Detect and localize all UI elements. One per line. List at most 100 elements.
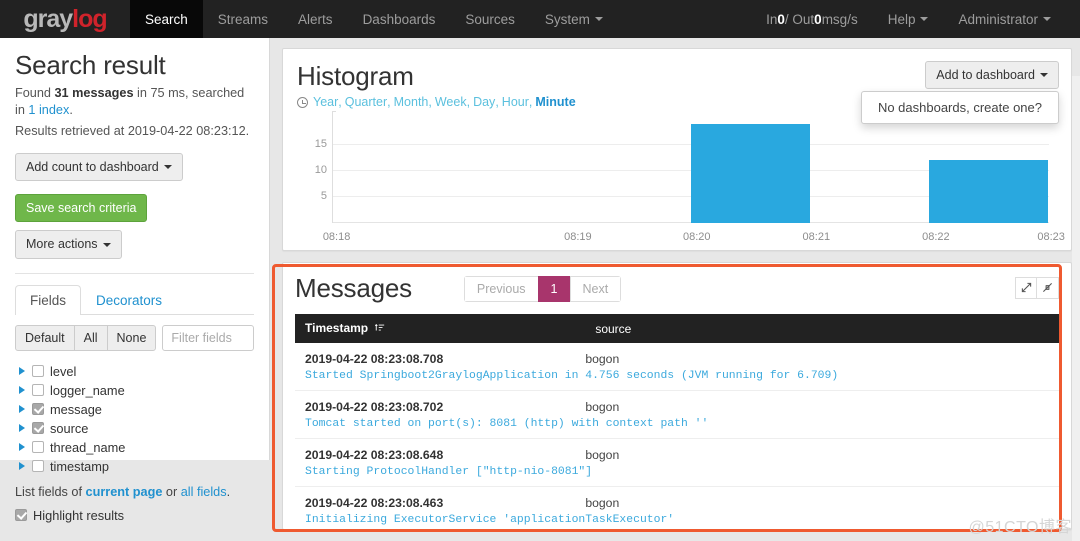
bar-0821[interactable] — [691, 123, 810, 223]
highlight-results-row[interactable]: Highlight results — [15, 508, 254, 523]
field-label-message: message — [50, 401, 102, 417]
table-row[interactable]: 2019-04-22 08:23:08.648 bogon — [295, 439, 1059, 462]
field-row-logger-name[interactable]: logger_name — [15, 381, 254, 400]
pagination-page-1[interactable]: 1 — [537, 275, 570, 302]
field-row-thread-name[interactable]: thread_name — [15, 438, 254, 457]
nav-label-dashboards: Dashboards — [362, 11, 436, 27]
table-row-body[interactable]: Initializing ExecutorService 'applicatio… — [295, 510, 1059, 529]
highlight-results-checkbox[interactable] — [15, 509, 27, 522]
nav-item-system[interactable]: System — [530, 0, 618, 38]
table-row[interactable]: 2019-04-22 08:23:08.702 bogon — [295, 391, 1059, 414]
chevron-down-icon — [1043, 17, 1051, 21]
logo-text-log: log — [72, 4, 107, 33]
nav-item-search[interactable]: Search — [130, 0, 203, 38]
pagination-next[interactable]: Next — [569, 275, 622, 302]
column-header-timestamp[interactable]: Timestamp — [295, 314, 586, 343]
expand-triangle-icon[interactable] — [19, 386, 25, 395]
resolution-minute[interactable]: Minute — [535, 95, 575, 109]
messages-title: Messages — [295, 273, 412, 303]
add-count-to-dashboard-button[interactable]: Add count to dashboard — [15, 152, 183, 182]
field-preset-default-label: Default — [25, 330, 65, 345]
expand-triangle-icon[interactable] — [19, 367, 25, 376]
add-count-label: Add count to dashboard — [26, 159, 159, 174]
chevron-down-icon — [594, 17, 603, 21]
nav-label-administrator: Administrator — [958, 11, 1038, 27]
all-fields-link[interactable]: all fields — [181, 485, 227, 499]
filter-fields-input[interactable] — [162, 324, 254, 351]
field-label-timestamp: timestamp — [50, 458, 110, 474]
row-message-body: Starting ProtocolHandler ["http-nio-8081… — [305, 466, 593, 478]
nav-item-alerts[interactable]: Alerts — [283, 0, 348, 38]
search-summary: Found 31 messages in 75 ms, searched in … — [15, 85, 254, 119]
found-count: 31 messages — [54, 85, 134, 100]
nav-label-alerts: Alerts — [298, 11, 333, 27]
search-actions-row: Save search criteria More actions — [15, 194, 254, 259]
graylog-logo[interactable]: gray log — [0, 0, 130, 38]
table-row[interactable]: 2019-04-22 08:23:08.708 bogon — [295, 343, 1059, 366]
chevron-down-icon — [1040, 73, 1048, 78]
resolution-month[interactable]: Month — [394, 95, 429, 109]
nav-item-sources[interactable]: Sources — [450, 0, 530, 38]
list-fields-prefix: List fields of — [15, 484, 86, 499]
expand-triangle-icon[interactable] — [19, 443, 25, 452]
index-link[interactable]: 1 index — [28, 103, 69, 117]
field-controls: Default All None — [15, 324, 254, 351]
field-preset-default[interactable]: Default — [16, 325, 75, 350]
resolution-week[interactable]: Week — [435, 95, 467, 109]
main-content: Histogram Year, Quarter, Month, Week, Da… — [270, 38, 1080, 541]
field-list: level logger_name message source thread_ — [15, 362, 254, 476]
add-to-dashboard-button[interactable]: Add to dashboard — [925, 61, 1059, 90]
pagination-previous[interactable]: Previous — [463, 275, 538, 302]
save-search-criteria-button[interactable]: Save search criteria — [15, 194, 148, 223]
nav-item-help[interactable]: Help — [873, 0, 944, 38]
field-checkbox-thread-name[interactable] — [32, 441, 44, 454]
expand-triangle-icon[interactable] — [19, 424, 25, 433]
collapse-all-button[interactable] — [1037, 277, 1059, 299]
found-prefix: Found — [15, 85, 55, 100]
field-preset-all-label: All — [83, 330, 98, 345]
table-row-body[interactable]: Starting ProtocolHandler ["http-nio-8081… — [295, 462, 1059, 487]
field-checkbox-logger-name[interactable] — [32, 384, 44, 397]
tab-decorators[interactable]: Decorators — [81, 285, 177, 315]
row-source: bogon — [585, 448, 620, 462]
page-scrollbar[interactable] — [1072, 76, 1080, 541]
field-checkbox-source[interactable] — [32, 422, 44, 435]
table-row-body[interactable]: Tomcat started on port(s): 8081 (http) w… — [295, 414, 1059, 439]
field-row-source[interactable]: source — [15, 419, 254, 438]
resolution-quarter[interactable]: Quarter — [345, 95, 387, 109]
row-source: bogon — [585, 496, 620, 510]
table-row[interactable]: 2019-04-22 08:23:08.463 bogon — [295, 487, 1059, 510]
more-actions-button[interactable]: More actions — [15, 230, 122, 259]
tab-fields[interactable]: Fields — [15, 284, 82, 315]
nav-item-dashboards[interactable]: Dashboards — [348, 0, 451, 38]
throughput-indicator: In 0 / Out 0 msg/s — [751, 0, 873, 38]
field-preset-none[interactable]: None — [108, 326, 156, 350]
field-label-thread-name: thread_name — [50, 439, 126, 455]
field-checkbox-level[interactable] — [32, 365, 44, 378]
nav-right: In 0 / Out 0 msg/s Help Administrator — [751, 0, 1080, 38]
current-page-link[interactable]: current page — [86, 485, 163, 499]
table-row-body[interactable]: Started Springboot2GraylogApplication in… — [295, 366, 1059, 391]
field-checkbox-message[interactable] — [32, 403, 44, 416]
field-preset-all[interactable]: All — [75, 325, 108, 350]
resolution-year[interactable]: Year — [313, 95, 338, 109]
messages-panel: Messages Previous 1 Next Timestamp sourc… — [282, 262, 1072, 530]
sort-desc-icon[interactable] — [375, 322, 385, 336]
field-checkbox-timestamp[interactable] — [32, 460, 44, 473]
bar-0823[interactable] — [929, 160, 1049, 223]
field-row-level[interactable]: level — [15, 362, 254, 381]
expand-all-button[interactable] — [1015, 277, 1037, 299]
column-header-source[interactable]: source — [585, 314, 1059, 343]
resolution-hour[interactable]: Hour — [502, 95, 529, 109]
nav-item-streams[interactable]: Streams — [203, 0, 283, 38]
results-retrieved: Results retrieved at 2019-04-22 08:23:12… — [15, 123, 250, 138]
chevron-down-icon — [920, 17, 929, 21]
expand-triangle-icon[interactable] — [19, 405, 25, 414]
nav-item-administrator[interactable]: Administrator — [943, 0, 1066, 38]
messages-tools — [1015, 277, 1059, 299]
expand-triangle-icon[interactable] — [19, 462, 25, 471]
row-timestamp: 2019-04-22 08:23:08.702 — [305, 400, 444, 414]
field-row-message[interactable]: message — [15, 400, 254, 419]
resolution-day[interactable]: Day — [473, 95, 495, 109]
field-row-timestamp[interactable]: timestamp — [15, 457, 254, 476]
